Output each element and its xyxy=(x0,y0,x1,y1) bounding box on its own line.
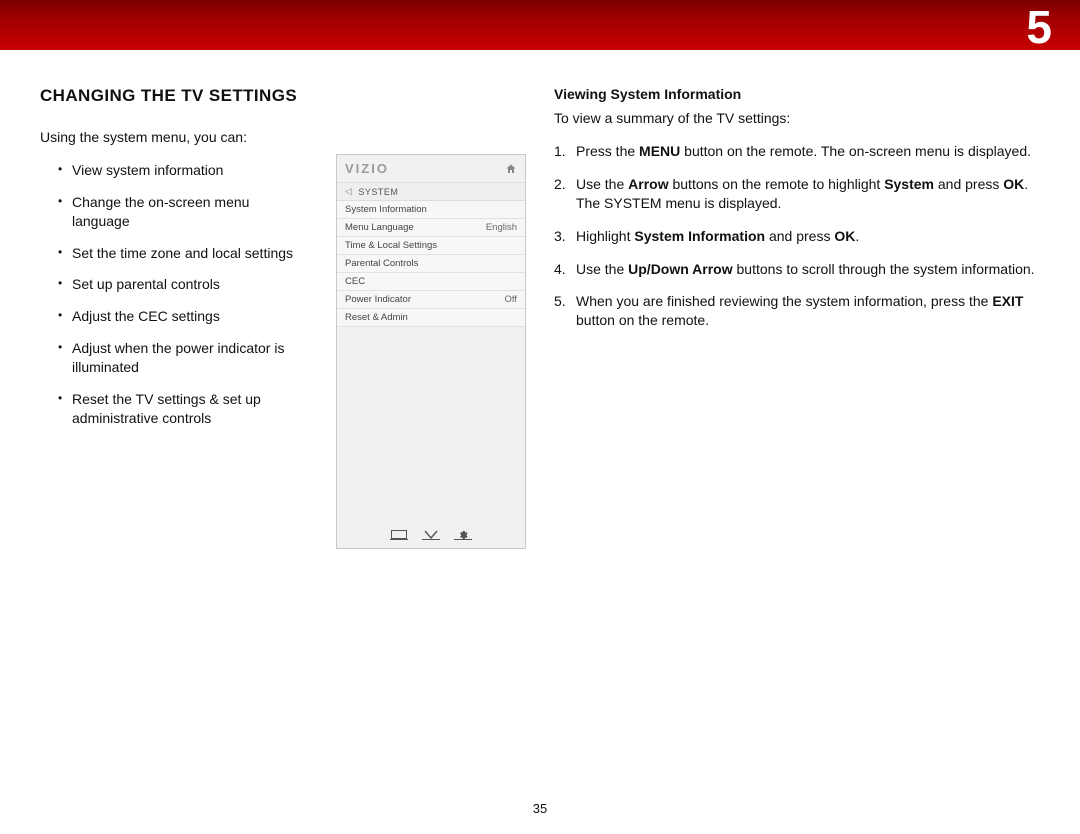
capabilities-list: View system information Change the on-sc… xyxy=(40,161,310,428)
column-right: Viewing System Information To view a sum… xyxy=(554,86,1040,549)
list-item: View system information xyxy=(58,161,310,180)
step-text: Use the xyxy=(576,176,628,192)
osd-item-label: Parental Controls xyxy=(345,258,418,269)
intro-text: Using the system menu, you can: xyxy=(40,128,310,147)
osd-item-value: English xyxy=(486,222,517,233)
osd-breadcrumb: ◁ SYSTEM xyxy=(337,183,525,201)
step-bold: System Information xyxy=(634,228,765,244)
column-middle: VIZIO ◁ SYSTEM System Information Menu L… xyxy=(336,86,528,549)
osd-item-label: Reset & Admin xyxy=(345,312,408,323)
back-icon: ◁ xyxy=(345,186,352,197)
step-text: Press the xyxy=(576,143,639,159)
osd-header: VIZIO xyxy=(337,155,525,183)
step-text: button on the remote. xyxy=(576,312,709,328)
list-item: Adjust when the power indicator is illum… xyxy=(58,339,310,377)
step-bold: MENU xyxy=(639,143,680,159)
list-item: Set the time zone and local settings xyxy=(58,244,310,263)
step-text: Use the xyxy=(576,261,628,277)
osd-menu-item: Time & Local Settings xyxy=(337,237,525,255)
osd-item-label: CEC xyxy=(345,276,365,287)
steps-list: Press the MENU button on the remote. The… xyxy=(554,142,1040,330)
osd-screen-title: SYSTEM xyxy=(358,187,398,197)
osd-menu-item: Menu Language English xyxy=(337,219,525,237)
gear-icon xyxy=(454,530,472,540)
step-bold: System xyxy=(884,176,934,192)
list-item: Set up parental controls xyxy=(58,275,310,294)
subsection-lead: To view a summary of the TV settings: xyxy=(554,110,1040,126)
step-text: buttons to scroll through the system inf… xyxy=(733,261,1035,277)
step-bold: Up/Down Arrow xyxy=(628,261,732,277)
chapter-number: 5 xyxy=(1026,0,1052,54)
osd-menu-item: Parental Controls xyxy=(337,255,525,273)
step-text: and press xyxy=(934,176,1003,192)
column-left: CHANGING THE TV SETTINGS Using the syste… xyxy=(40,86,310,549)
step-bold: Arrow xyxy=(628,176,668,192)
step-text: Highlight xyxy=(576,228,634,244)
osd-item-label: Power Indicator xyxy=(345,294,411,305)
step-text: When you are finished reviewing the syst… xyxy=(576,293,992,309)
step-item: Use the Arrow buttons on the remote to h… xyxy=(554,175,1040,213)
step-bold: OK xyxy=(834,228,855,244)
brand-logo: VIZIO xyxy=(345,161,389,176)
osd-footer-icons xyxy=(337,530,525,540)
step-bold: EXIT xyxy=(992,293,1023,309)
step-item: Use the Up/Down Arrow buttons to scroll … xyxy=(554,260,1040,279)
osd-item-label: Menu Language xyxy=(345,222,414,233)
v-icon xyxy=(422,530,440,540)
osd-menu-item: Reset & Admin xyxy=(337,309,525,327)
subsection-heading: Viewing System Information xyxy=(554,86,1040,102)
osd-menu-list: System Information Menu LanguageEnglish … xyxy=(337,201,525,327)
step-text: and press xyxy=(765,228,834,244)
step-text: button on the remote. The on-screen menu… xyxy=(680,143,1031,159)
page-number: 35 xyxy=(0,801,1080,816)
step-bold: OK xyxy=(1003,176,1024,192)
page-body: CHANGING THE TV SETTINGS Using the syste… xyxy=(0,50,1080,549)
osd-screenshot: VIZIO ◁ SYSTEM System Information Menu L… xyxy=(336,154,526,549)
osd-item-value: Off xyxy=(505,294,518,305)
list-item: Reset the TV settings & set up administr… xyxy=(58,390,310,428)
chapter-banner: 5 xyxy=(0,0,1080,50)
list-item: Change the on-screen menu language xyxy=(58,193,310,231)
step-item: When you are finished reviewing the syst… xyxy=(554,292,1040,330)
osd-menu-item: System Information xyxy=(337,201,525,219)
osd-menu-item: Power Indicator Off xyxy=(337,291,525,309)
step-text: . xyxy=(855,228,859,244)
osd-menu-item: CEC xyxy=(337,273,525,291)
step-text: buttons on the remote to highlight xyxy=(669,176,885,192)
osd-item-label: System Information xyxy=(345,204,427,215)
step-item: Highlight System Information and press O… xyxy=(554,227,1040,246)
home-icon xyxy=(505,163,517,175)
list-item: Adjust the CEC settings xyxy=(58,307,310,326)
step-item: Press the MENU button on the remote. The… xyxy=(554,142,1040,161)
wide-icon xyxy=(390,530,408,540)
osd-item-label: Time & Local Settings xyxy=(345,240,437,251)
section-heading: CHANGING THE TV SETTINGS xyxy=(40,86,310,106)
